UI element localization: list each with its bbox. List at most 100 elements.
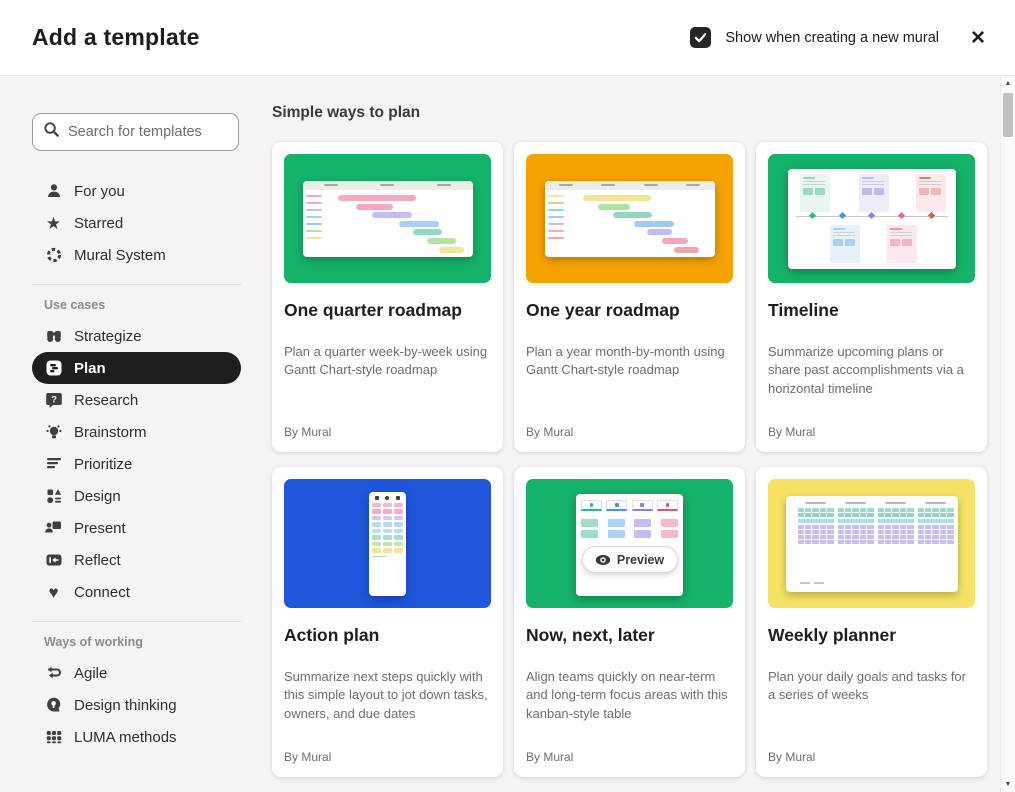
sidebar: For you ★ Starred Mural System Use cases…	[0, 76, 264, 792]
template-card-one-year-roadmap[interactable]: One year roadmap Plan a year month-by-mo…	[514, 142, 745, 452]
checkbox-label[interactable]: Show when creating a new mural	[725, 30, 939, 46]
gantt-icon	[44, 359, 63, 378]
template-card-action-plan[interactable]: Action plan Summarize next steps quickly…	[272, 467, 503, 777]
template-thumbnail	[768, 154, 975, 283]
binoculars-icon	[44, 327, 63, 346]
sidebar-item-design[interactable]: Design	[32, 480, 241, 512]
search-box[interactable]	[32, 113, 239, 151]
shapes-icon	[44, 487, 63, 506]
sidebar-item-agile[interactable]: Agile	[32, 657, 241, 689]
sidebar-item-reflect[interactable]: Reflect	[32, 544, 241, 576]
sidebar-item-research[interactable]: ? Research	[32, 384, 241, 416]
scroll-up-icon[interactable]: ▲	[1001, 80, 1015, 87]
sidebar-item-label: Agile	[74, 664, 108, 682]
divider	[32, 284, 241, 285]
sidebar-item-label: Reflect	[74, 551, 121, 569]
close-icon: ×	[970, 23, 985, 51]
close-button[interactable]: ×	[965, 24, 991, 52]
template-thumbnail	[284, 154, 491, 283]
sidebar-item-label: Present	[74, 519, 126, 537]
template-card-one-quarter-roadmap[interactable]: One quarter roadmap Plan a quarter week-…	[272, 142, 503, 452]
sidebar-item-label: Starred	[74, 214, 124, 232]
template-title: One quarter roadmap	[284, 300, 462, 320]
section-title: Simple ways to plan	[272, 104, 421, 121]
loop-arrows-icon	[44, 664, 63, 683]
weekly-planner-preview	[785, 495, 958, 592]
sidebar-item-label: LUMA methods	[74, 728, 177, 746]
scrollbar[interactable]: ▲ ▼	[1000, 76, 1015, 792]
search-icon	[43, 121, 60, 143]
sidebar-item-label: Strategize	[74, 327, 142, 345]
sidebar-item-label: Design	[74, 487, 121, 505]
template-description: Summarize upcoming plans or share past a…	[768, 344, 964, 396]
show-on-create-checkbox[interactable]	[690, 27, 712, 48]
svg-text:?: ?	[51, 394, 57, 405]
sidebar-item-for-you[interactable]: For you	[32, 175, 241, 207]
kanban-preview	[576, 494, 683, 596]
sidebar-item-starred[interactable]: ★ Starred	[32, 207, 241, 239]
grid-icon	[44, 728, 63, 747]
template-thumbnail	[768, 479, 975, 608]
preview-button[interactable]: Preview	[581, 546, 678, 573]
lightbulb-icon	[44, 423, 63, 442]
template-description: Plan your daily goals and tasks for a se…	[768, 669, 966, 703]
sidebar-item-present[interactable]: Present	[32, 512, 241, 544]
template-thumbnail	[284, 479, 491, 608]
template-title: Timeline	[768, 300, 839, 320]
template-gallery: Simple ways to plan One quarter roadmap …	[272, 76, 1000, 792]
gantt-preview	[302, 180, 473, 257]
add-template-dialog: Add a template Show when creating a new …	[0, 0, 1015, 792]
template-thumbnail: Preview	[526, 479, 733, 608]
template-description: Align teams quickly on near-term and lon…	[526, 669, 728, 721]
sidebar-item-prioritize[interactable]: Prioritize	[32, 448, 241, 480]
sidebar-item-luma-methods[interactable]: LUMA methods	[32, 721, 241, 753]
sidebar-item-label: Connect	[74, 583, 130, 601]
sidebar-item-mural-system[interactable]: Mural System	[32, 239, 241, 271]
checkmark-icon	[695, 33, 707, 43]
ranked-lines-icon	[44, 455, 63, 474]
search-input[interactable]	[68, 124, 218, 140]
sidebar-item-design-thinking[interactable]: Design thinking	[32, 689, 241, 721]
section-label-ways-of-working: Ways of working	[44, 635, 143, 649]
question-bubble-icon: ?	[44, 391, 63, 410]
template-grid: One quarter roadmap Plan a quarter week-…	[272, 142, 1000, 777]
template-byline: By Mural	[526, 425, 574, 439]
sidebar-item-strategize[interactable]: Strategize	[32, 320, 241, 352]
arrow-to-start-icon	[44, 551, 63, 570]
template-card-now-next-later[interactable]: Preview Now, next, later Align teams qui…	[514, 467, 745, 777]
section-label-use-cases: Use cases	[44, 298, 106, 312]
template-byline: By Mural	[526, 750, 574, 764]
action-plan-preview	[369, 491, 406, 596]
head-icon	[44, 696, 63, 715]
template-description: Summarize next steps quickly with this s…	[284, 669, 488, 721]
template-card-timeline[interactable]: Timeline Summarize upcoming plans or sha…	[756, 142, 987, 452]
template-title: One year roadmap	[526, 300, 680, 320]
divider	[32, 621, 241, 622]
template-byline: By Mural	[284, 750, 332, 764]
sidebar-item-label: Design thinking	[74, 696, 177, 714]
sidebar-item-plan[interactable]: Plan	[32, 352, 241, 384]
eye-icon	[595, 554, 611, 565]
scrollbar-thumb[interactable]	[1003, 93, 1013, 137]
sidebar-item-connect[interactable]: ♥ Connect	[32, 576, 241, 608]
scroll-down-icon[interactable]: ▼	[1001, 781, 1015, 788]
presenter-icon	[44, 519, 63, 538]
template-byline: By Mural	[284, 425, 332, 439]
sidebar-item-brainstorm[interactable]: Brainstorm	[32, 416, 241, 448]
person-icon	[44, 182, 63, 201]
gantt-preview	[544, 180, 715, 257]
sidebar-item-label: Plan	[74, 359, 106, 377]
mural-system-icon	[44, 246, 63, 265]
sidebar-item-label: Mural System	[74, 246, 166, 264]
sidebar-item-label: For you	[74, 182, 125, 200]
sidebar-item-label: Brainstorm	[74, 423, 147, 441]
template-description: Plan a quarter week-by-week using Gantt …	[284, 344, 488, 378]
heart-icon: ♥	[48, 582, 59, 602]
template-description: Plan a year month-by-month using Gantt C…	[526, 344, 725, 378]
template-title: Action plan	[284, 625, 380, 645]
page-title: Add a template	[32, 24, 200, 50]
template-card-weekly-planner[interactable]: Weekly planner Plan your daily goals and…	[756, 467, 987, 777]
timeline-preview	[787, 168, 956, 269]
template-thumbnail	[526, 154, 733, 283]
template-title: Now, next, later	[526, 625, 655, 645]
